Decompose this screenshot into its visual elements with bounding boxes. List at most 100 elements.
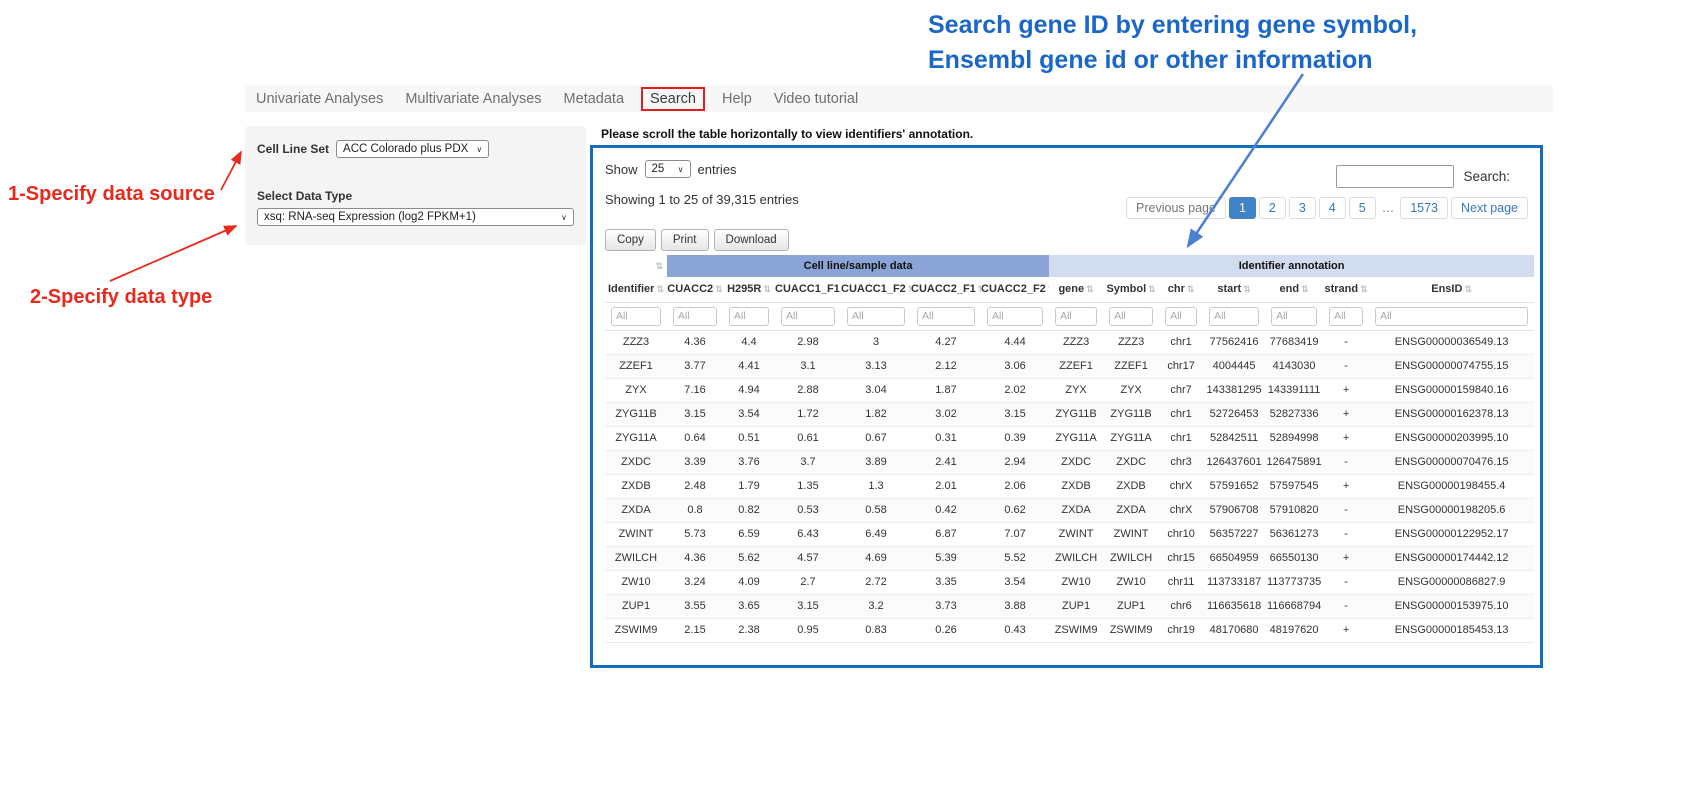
identifier-group-header[interactable]: ⇅ xyxy=(605,255,667,277)
filter-input-cuacc2-f2[interactable] xyxy=(987,307,1043,326)
table-cell: 2.72 xyxy=(841,570,911,594)
col-header-label: chr xyxy=(1168,283,1185,295)
table-row[interactable]: ZWILCH4.365.624.574.695.395.52ZWILCHZWIL… xyxy=(605,546,1534,570)
filter-input-symbol[interactable] xyxy=(1109,307,1153,326)
col-header-cuacc2[interactable]: CUACC2⇅ xyxy=(667,277,723,302)
table-cell: 7.07 xyxy=(981,522,1049,546)
filter-input-chr[interactable] xyxy=(1165,307,1197,326)
table-row[interactable]: ZYG11B3.153.541.721.823.023.15ZYG11BZYG1… xyxy=(605,402,1534,426)
print-button[interactable]: Print xyxy=(661,229,709,251)
cell-line-set-select[interactable]: ACC Colorado plus PDX ∨ xyxy=(336,140,489,158)
pagination-page-2[interactable]: 2 xyxy=(1259,197,1286,219)
table-cell: 0.67 xyxy=(841,426,911,450)
nav-item-metadata[interactable]: Metadata xyxy=(553,91,635,107)
table-row[interactable]: ZZZ34.364.42.9834.274.44ZZZ3ZZZ3chr17756… xyxy=(605,330,1534,354)
cell-line-set-label: Cell Line Set xyxy=(257,142,329,156)
filter-input-end[interactable] xyxy=(1271,307,1317,326)
col-header-cuacc2-f2[interactable]: CUACC2_F2⇅ xyxy=(981,277,1049,302)
nav-item-help[interactable]: Help xyxy=(711,91,763,107)
download-button[interactable]: Download xyxy=(714,229,789,251)
table-row[interactable]: ZWINT5.736.596.436.496.877.07ZWINTZWINTc… xyxy=(605,522,1534,546)
table-row[interactable]: ZXDC3.393.763.73.892.412.94ZXDCZXDCchr31… xyxy=(605,450,1534,474)
table-cell: 113773735 xyxy=(1265,570,1323,594)
table-cell: ENSG00000070476.15 xyxy=(1369,450,1534,474)
col-header-label: start xyxy=(1217,283,1241,295)
filter-input-cuacc2-f1[interactable] xyxy=(917,307,975,326)
col-header-symbol[interactable]: Symbol⇅ xyxy=(1103,277,1159,302)
sort-icon: ⇅ xyxy=(1301,284,1309,294)
table-cell: ZUP1 xyxy=(605,594,667,618)
search-input[interactable] xyxy=(1336,165,1454,188)
table-cell: 4.4 xyxy=(723,330,775,354)
table-row[interactable]: ZYX7.164.942.883.041.872.02ZYXZYXchr7143… xyxy=(605,378,1534,402)
table-cell: 3.35 xyxy=(911,570,981,594)
filter-input-ensid[interactable] xyxy=(1375,307,1528,326)
filter-input-strand[interactable] xyxy=(1329,307,1363,326)
filter-input-cuacc1-f2[interactable] xyxy=(847,307,905,326)
table-cell: + xyxy=(1323,546,1369,570)
filter-input-identifier[interactable] xyxy=(611,307,661,326)
table-cell: 66504959 xyxy=(1203,546,1265,570)
filter-input-h295r[interactable] xyxy=(729,307,769,326)
table-cell: 2.06 xyxy=(981,474,1049,498)
table-cell: 3.76 xyxy=(723,450,775,474)
nav-item-multivariate-analyses[interactable]: Multivariate Analyses xyxy=(394,91,552,107)
entries-select[interactable]: 25 ∨ xyxy=(645,160,691,178)
col-header-label: end xyxy=(1280,283,1300,295)
data-type-select[interactable]: xsq: RNA-seq Expression (log2 FPKM+1) ∨ xyxy=(257,208,574,226)
pagination-page-1573[interactable]: 1573 xyxy=(1400,197,1448,219)
col-header-ensid[interactable]: EnsID⇅ xyxy=(1369,277,1534,302)
pagination-page-4[interactable]: 4 xyxy=(1319,197,1346,219)
table-cell: 2.7 xyxy=(775,570,841,594)
table-cell: 0.58 xyxy=(841,498,911,522)
copy-button[interactable]: Copy xyxy=(605,229,656,251)
table-cell: 1.87 xyxy=(911,378,981,402)
col-header-gene[interactable]: gene⇅ xyxy=(1049,277,1103,302)
table-row[interactable]: ZXDB2.481.791.351.32.012.06ZXDBZXDBchrX5… xyxy=(605,474,1534,498)
table-cell: 3.7 xyxy=(775,450,841,474)
table-row[interactable]: ZW103.244.092.72.723.353.54ZW10ZW10chr11… xyxy=(605,570,1534,594)
filter-input-cuacc2[interactable] xyxy=(673,307,717,326)
table-cell: 3.13 xyxy=(841,354,911,378)
sort-icon: ⇅ xyxy=(1464,284,1472,294)
col-header-strand[interactable]: strand⇅ xyxy=(1323,277,1369,302)
table-cell: ZYG11A xyxy=(1103,426,1159,450)
filter-input-start[interactable] xyxy=(1209,307,1259,326)
table-cell: ENSG00000074755.15 xyxy=(1369,354,1534,378)
table-cell: + xyxy=(1323,402,1369,426)
table-row[interactable]: ZSWIM92.152.380.950.830.260.43ZSWIM9ZSWI… xyxy=(605,618,1534,642)
nav-item-univariate-analyses[interactable]: Univariate Analyses xyxy=(245,91,394,107)
table-header-row: Identifier⇅CUACC2⇅H295R⇅CUACC1_F1⇅CUACC1… xyxy=(605,277,1534,302)
table-cell: ZXDC xyxy=(605,450,667,474)
filter-input-cuacc1-f1[interactable] xyxy=(781,307,835,326)
pagination-next-button[interactable]: Next page xyxy=(1451,197,1528,219)
table-cell: ZZZ3 xyxy=(1103,330,1159,354)
table-cell: ENSG00000174442.12 xyxy=(1369,546,1534,570)
col-header-h295r[interactable]: H295R⇅ xyxy=(723,277,775,302)
col-header-label: Symbol xyxy=(1106,283,1146,295)
pagination-page-1[interactable]: 1 xyxy=(1229,197,1256,219)
table-row[interactable]: ZYG11A0.640.510.610.670.310.39ZYG11AZYG1… xyxy=(605,426,1534,450)
table-cell: 3.15 xyxy=(981,402,1049,426)
table-cell: 2.02 xyxy=(981,378,1049,402)
col-header-start[interactable]: start⇅ xyxy=(1203,277,1265,302)
filter-input-gene[interactable] xyxy=(1055,307,1097,326)
pagination-page-3[interactable]: 3 xyxy=(1289,197,1316,219)
table-row[interactable]: ZZEF13.774.413.13.132.123.06ZZEF1ZZEF1ch… xyxy=(605,354,1534,378)
col-header-cuacc1-f2[interactable]: CUACC1_F2⇅ xyxy=(841,277,911,302)
pagination-page-5[interactable]: 5 xyxy=(1349,197,1376,219)
col-header-identifier[interactable]: Identifier⇅ xyxy=(605,277,667,302)
table-cell: 3.2 xyxy=(841,594,911,618)
annotation-step2: 2-Specify data type xyxy=(30,286,212,309)
table-cell: 66550130 xyxy=(1265,546,1323,570)
col-header-chr[interactable]: chr⇅ xyxy=(1159,277,1203,302)
table-row[interactable]: ZUP13.553.653.153.23.733.88ZUP1ZUP1chr61… xyxy=(605,594,1534,618)
col-header-cuacc1-f1[interactable]: CUACC1_F1⇅ xyxy=(775,277,841,302)
nav-item-video-tutorial[interactable]: Video tutorial xyxy=(763,91,869,107)
col-header-end[interactable]: end⇅ xyxy=(1265,277,1323,302)
col-header-cuacc2-f1[interactable]: CUACC2_F1⇅ xyxy=(911,277,981,302)
table-row[interactable]: ZXDA0.80.820.530.580.420.62ZXDAZXDAchrX5… xyxy=(605,498,1534,522)
pagination-prev-button[interactable]: Previous page xyxy=(1126,197,1226,219)
nav-item-search[interactable]: Search xyxy=(641,87,705,111)
table-cell: 77683419 xyxy=(1265,330,1323,354)
